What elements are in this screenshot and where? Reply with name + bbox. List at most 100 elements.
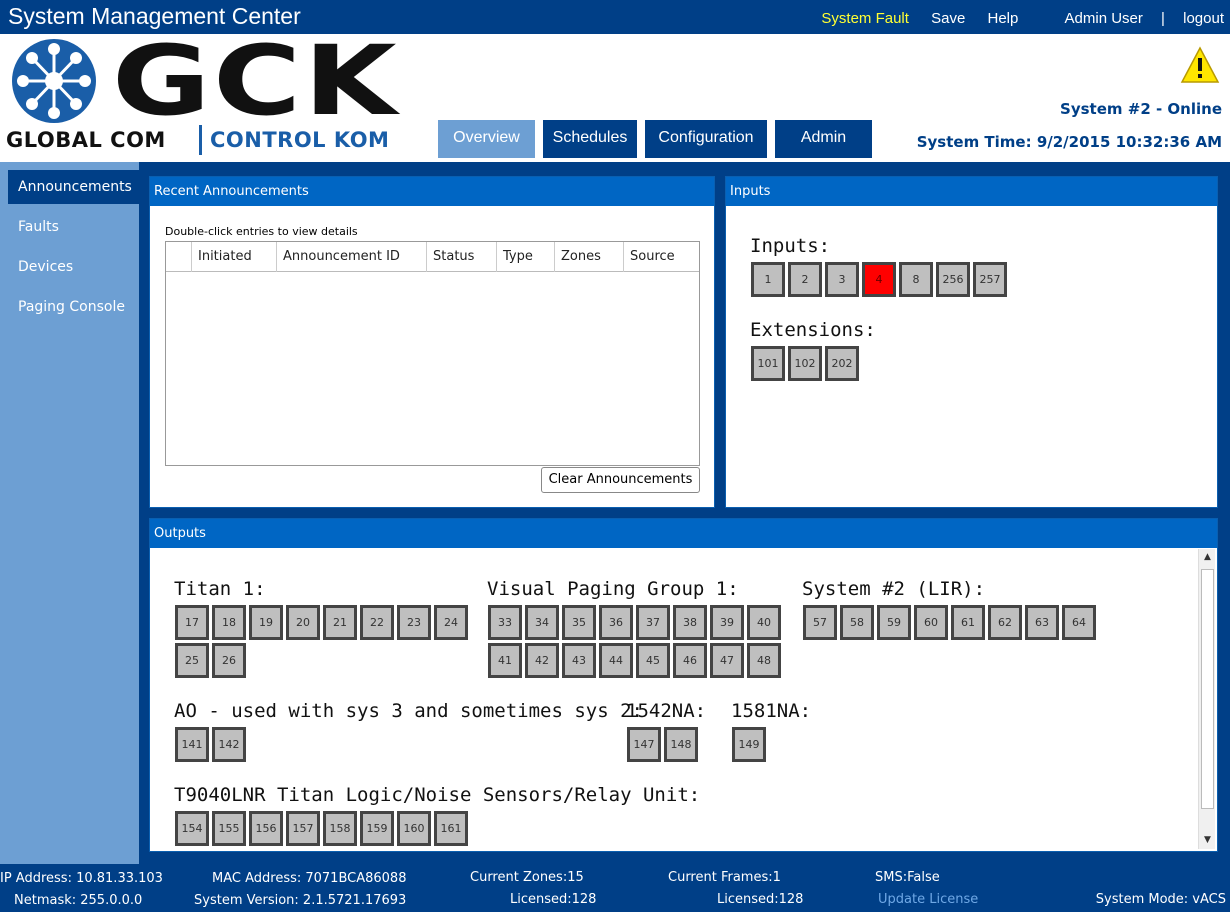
column-header[interactable]: Zones	[554, 242, 623, 272]
system-mode: System Mode: vACS	[1095, 892, 1226, 907]
tile-57[interactable]: 57	[803, 605, 837, 640]
column-header[interactable]: Status	[426, 242, 496, 272]
tile-141[interactable]: 141	[175, 727, 209, 762]
tile-45[interactable]: 45	[636, 643, 670, 678]
frames-licensed: Licensed:128	[717, 892, 804, 907]
tile-20[interactable]: 20	[286, 605, 320, 640]
tile-159[interactable]: 159	[360, 811, 394, 846]
clear-announcements-button[interactable]: Clear Announcements	[541, 467, 700, 493]
tile-38[interactable]: 38	[673, 605, 707, 640]
tile-58[interactable]: 58	[840, 605, 874, 640]
column-header[interactable]: Source	[623, 242, 701, 272]
tile-40[interactable]: 40	[747, 605, 781, 640]
system-fault-link[interactable]: System Fault	[821, 10, 909, 27]
tile-25[interactable]: 25	[175, 643, 209, 678]
tile-63[interactable]: 63	[1025, 605, 1059, 640]
sidebar-item-paging-console[interactable]: Paging Console	[8, 290, 139, 324]
save-link[interactable]: Save	[931, 10, 965, 27]
panel-title: Recent Announcements	[150, 177, 714, 206]
tile-23[interactable]: 23	[397, 605, 431, 640]
tile-22[interactable]: 22	[360, 605, 394, 640]
outputs-scrollbar[interactable]: ▲ ▼	[1198, 549, 1215, 849]
tile-157[interactable]: 157	[286, 811, 320, 846]
tab-overview[interactable]: Overview	[438, 120, 535, 158]
tile-36[interactable]: 36	[599, 605, 633, 640]
sidebar-item-devices[interactable]: Devices	[8, 250, 139, 284]
tile-148[interactable]: 148	[664, 727, 698, 762]
tile-154[interactable]: 154	[175, 811, 209, 846]
system-time: System Time: 9/2/2015 10:32:36 AM	[916, 133, 1222, 151]
tile-101[interactable]: 101	[751, 346, 785, 381]
tile-43[interactable]: 43	[562, 643, 596, 678]
tile-156[interactable]: 156	[249, 811, 283, 846]
logout-link[interactable]: logout	[1183, 10, 1224, 27]
tab-admin[interactable]: Admin	[775, 120, 872, 158]
tile-62[interactable]: 62	[988, 605, 1022, 640]
tab-configuration[interactable]: Configuration	[645, 120, 767, 158]
tile-24[interactable]: 24	[434, 605, 468, 640]
tile-21[interactable]: 21	[323, 605, 357, 640]
link-separator: |	[1161, 10, 1165, 27]
column-header[interactable]: Initiated	[191, 242, 276, 272]
tile-2[interactable]: 2	[788, 262, 822, 297]
tab-schedules[interactable]: Schedules	[543, 120, 637, 158]
tile-33[interactable]: 33	[488, 605, 522, 640]
tile-160[interactable]: 160	[397, 811, 431, 846]
output-group-label: Titan 1:	[174, 578, 266, 600]
panel-title: Outputs	[150, 519, 1217, 548]
tile-46[interactable]: 46	[673, 643, 707, 678]
tile-61[interactable]: 61	[951, 605, 985, 640]
system-version: System Version: 2.1.5721.17693	[194, 893, 407, 908]
top-links: System Fault Save Help Admin User | logo…	[803, 10, 1224, 27]
scroll-up-icon[interactable]: ▲	[1199, 549, 1216, 566]
tile-59[interactable]: 59	[877, 605, 911, 640]
tile-41[interactable]: 41	[488, 643, 522, 678]
tile-256[interactable]: 256	[936, 262, 970, 297]
tile-37[interactable]: 37	[636, 605, 670, 640]
tile-39[interactable]: 39	[710, 605, 744, 640]
scroll-down-icon[interactable]: ▼	[1199, 832, 1216, 849]
tile-1[interactable]: 1	[751, 262, 785, 297]
tile-18[interactable]: 18	[212, 605, 246, 640]
tile-35[interactable]: 35	[562, 605, 596, 640]
panel-title: Inputs	[726, 177, 1217, 206]
tile-161[interactable]: 161	[434, 811, 468, 846]
tile-147[interactable]: 147	[627, 727, 661, 762]
sms-status: SMS:False	[875, 870, 940, 885]
update-license-link[interactable]: Update License	[878, 892, 978, 907]
tile-257[interactable]: 257	[973, 262, 1007, 297]
tile-3[interactable]: 3	[825, 262, 859, 297]
output-group-label: 1542NA:	[626, 700, 707, 722]
tile-142[interactable]: 142	[212, 727, 246, 762]
tile-19[interactable]: 19	[249, 605, 283, 640]
main-content: Recent Announcements Double-click entrie…	[139, 162, 1230, 864]
tile-64[interactable]: 64	[1062, 605, 1096, 640]
tile-60[interactable]: 60	[914, 605, 948, 640]
scroll-thumb[interactable]	[1201, 569, 1214, 809]
output-group-label: 1581NA:	[731, 700, 812, 722]
tile-155[interactable]: 155	[212, 811, 246, 846]
tile-17[interactable]: 17	[175, 605, 209, 640]
tile-44[interactable]: 44	[599, 643, 633, 678]
tile-42[interactable]: 42	[525, 643, 559, 678]
tile-34[interactable]: 34	[525, 605, 559, 640]
tile-158[interactable]: 158	[323, 811, 357, 846]
tile-149[interactable]: 149	[732, 727, 766, 762]
logo-wordmark: GCK	[112, 25, 400, 137]
help-link[interactable]: Help	[987, 10, 1018, 27]
announcements-table[interactable]: Initiated Announcement ID Status Type Zo…	[165, 241, 700, 466]
tile-8[interactable]: 8	[899, 262, 933, 297]
column-header[interactable]: Announcement ID	[276, 242, 426, 272]
sidebar-item-faults[interactable]: Faults	[8, 210, 139, 244]
column-header[interactable]: Type	[496, 242, 554, 272]
sidebar-item-announcements[interactable]: Announcements	[8, 170, 139, 204]
ip-address: IP Address: 10.81.33.103	[0, 871, 163, 886]
tile-26[interactable]: 26	[212, 643, 246, 678]
inputs-label: Inputs:	[750, 235, 831, 257]
tile-47[interactable]: 47	[710, 643, 744, 678]
tile-202[interactable]: 202	[825, 346, 859, 381]
warning-triangle-icon[interactable]	[1180, 46, 1220, 84]
tile-4[interactable]: 4	[862, 262, 896, 297]
tile-48[interactable]: 48	[747, 643, 781, 678]
tile-102[interactable]: 102	[788, 346, 822, 381]
